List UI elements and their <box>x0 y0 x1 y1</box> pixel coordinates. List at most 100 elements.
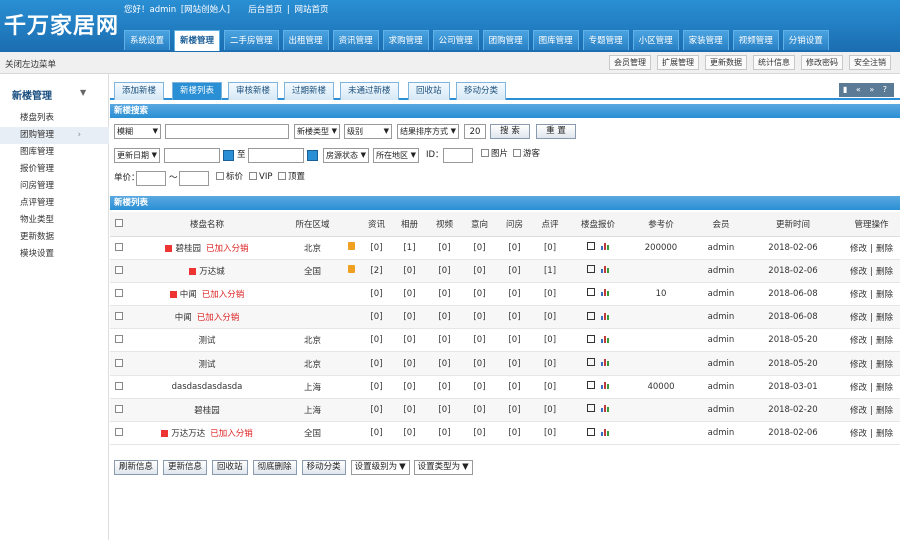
count-video[interactable]: [0] <box>427 328 462 353</box>
count-video[interactable]: [0] <box>427 375 462 399</box>
tab-4[interactable]: 未通过新楼 <box>340 82 399 100</box>
admin-home-link[interactable]: 后台首页 <box>248 5 282 15</box>
tool-button-1[interactable]: 扩展管理 <box>657 55 699 70</box>
count-news[interactable]: [0] <box>361 282 392 307</box>
area-select[interactable]: 所在地区 ▼ <box>373 148 419 163</box>
building-name[interactable]: 碧桂园 <box>175 244 201 254</box>
count-news[interactable]: [0] <box>361 236 392 260</box>
row-checkbox[interactable] <box>115 265 123 274</box>
id-input[interactable] <box>443 148 473 163</box>
bottom-button-0[interactable]: 刷新信息 <box>114 460 159 475</box>
count-video[interactable]: [0] <box>427 259 462 283</box>
bar-chart-icon[interactable] <box>600 404 610 413</box>
search-button[interactable]: 搜 索 <box>490 124 530 139</box>
count-intent[interactable]: [0] <box>462 398 497 423</box>
pager-icons[interactable]: ▮ « » ? <box>839 83 894 97</box>
house-icon[interactable] <box>586 427 595 436</box>
tab-0[interactable]: 添加新楼 <box>114 82 165 100</box>
row-checkbox[interactable] <box>115 428 123 437</box>
count-album[interactable]: [0] <box>392 398 427 423</box>
tool-button-2[interactable]: 更新数据 <box>705 55 747 70</box>
close-left-menu-link[interactable]: 关闭左边菜单 <box>5 58 56 70</box>
bar-chart-icon[interactable] <box>600 288 610 297</box>
sidebar-item-2[interactable]: 图库管理 <box>0 144 109 161</box>
nav-tab-0[interactable]: 系统设置 <box>124 30 171 50</box>
count-album[interactable]: [0] <box>392 259 427 283</box>
top-checkbox[interactable]: 顶置 <box>278 170 305 185</box>
column-header[interactable] <box>110 212 130 237</box>
row-checkbox[interactable] <box>115 312 123 321</box>
count-review[interactable]: [0] <box>532 328 568 353</box>
bar-chart-icon[interactable] <box>600 428 610 436</box>
count-album[interactable]: [1] <box>392 236 427 260</box>
count-review[interactable]: [0] <box>532 398 568 423</box>
building-name[interactable]: dasdasdasdasda <box>172 382 243 392</box>
count-intent[interactable]: [0] <box>462 351 497 376</box>
building-name[interactable]: 万达城 <box>199 267 225 277</box>
edit-link[interactable]: 修改 <box>850 360 867 370</box>
image-checkbox[interactable]: 图片 <box>481 147 508 162</box>
count-video[interactable]: [0] <box>427 305 462 330</box>
count-video[interactable]: [0] <box>427 282 462 307</box>
count-video[interactable]: [0] <box>427 351 462 376</box>
count-album[interactable]: [0] <box>392 351 427 376</box>
count-ask[interactable]: [0] <box>497 328 532 353</box>
bottom-select-1[interactable]: 设置类型为 ▼ <box>413 460 473 475</box>
count-album[interactable]: [0] <box>392 282 427 307</box>
calendar-icon[interactable] <box>307 150 318 161</box>
tag-icon[interactable] <box>347 265 355 274</box>
nav-tab-12[interactable]: 视频管理 <box>732 30 779 50</box>
date-select[interactable]: 更新日期 ▼ <box>114 148 160 163</box>
sidebar-item-6[interactable]: 物业类型 <box>0 212 109 229</box>
count-video[interactable]: [0] <box>427 421 462 446</box>
nav-tab-3[interactable]: 出租管理 <box>282 30 329 50</box>
nav-tab-5[interactable]: 求购管理 <box>382 30 429 50</box>
count-review[interactable]: [0] <box>532 375 568 399</box>
delete-link[interactable]: 删除 <box>876 244 893 254</box>
count-album[interactable]: [0] <box>392 375 427 399</box>
count-review[interactable]: [0] <box>532 421 568 446</box>
edit-link[interactable]: 修改 <box>850 244 867 254</box>
status-select[interactable]: 房源状态 ▼ <box>323 148 369 163</box>
select-all-checkbox[interactable] <box>115 218 123 227</box>
count-intent[interactable]: [0] <box>462 421 497 446</box>
edit-link[interactable]: 修改 <box>850 406 867 416</box>
bar-chart-icon[interactable] <box>600 242 610 251</box>
tab-6[interactable]: 移动分类 <box>456 82 507 100</box>
row-checkbox[interactable] <box>115 242 123 251</box>
building-name[interactable]: 中闻 <box>175 313 192 323</box>
sidebar-item-5[interactable]: 点评管理 <box>0 195 109 212</box>
house-icon[interactable] <box>586 242 595 251</box>
nav-tab-7[interactable]: 团购管理 <box>482 30 529 50</box>
count-ask[interactable]: [0] <box>497 282 532 307</box>
count-news[interactable]: [2] <box>361 259 392 283</box>
building-name[interactable]: 碧桂园 <box>194 406 220 416</box>
tool-button-3[interactable]: 统计信息 <box>753 55 795 70</box>
delete-link[interactable]: 删除 <box>876 336 893 346</box>
delete-link[interactable]: 删除 <box>876 267 893 277</box>
type-select[interactable]: 新楼类型 ▼ <box>294 124 340 139</box>
count-album[interactable]: [0] <box>392 305 427 330</box>
tab-2[interactable]: 审核新楼 <box>228 82 279 100</box>
count-review[interactable]: [0] <box>532 282 568 307</box>
date-to-input[interactable] <box>248 148 304 163</box>
count-review[interactable]: [1] <box>532 259 568 283</box>
count-intent[interactable]: [0] <box>462 282 497 307</box>
sidebar-item-4[interactable]: 问房管理 <box>0 178 109 195</box>
tool-button-4[interactable]: 修改密码 <box>801 55 843 70</box>
house-icon[interactable] <box>586 265 595 274</box>
keyword-input[interactable] <box>165 124 289 139</box>
count-news[interactable]: [0] <box>361 351 392 376</box>
count-news[interactable]: [0] <box>361 398 392 423</box>
count-review[interactable]: [0] <box>532 236 568 260</box>
house-icon[interactable] <box>586 404 595 413</box>
tab-5[interactable]: 回收站 <box>408 82 450 100</box>
bottom-button-4[interactable]: 移动分类 <box>301 460 346 475</box>
nav-tab-10[interactable]: 小区管理 <box>632 30 679 50</box>
tool-button-5[interactable]: 安全注销 <box>849 55 891 70</box>
building-name[interactable]: 测试 <box>198 360 215 370</box>
count-intent[interactable]: [0] <box>462 259 497 283</box>
nav-tab-13[interactable]: 分销设置 <box>782 30 829 50</box>
count-ask[interactable]: [0] <box>497 398 532 423</box>
tag-checkbox[interactable]: 标价 <box>216 170 243 185</box>
